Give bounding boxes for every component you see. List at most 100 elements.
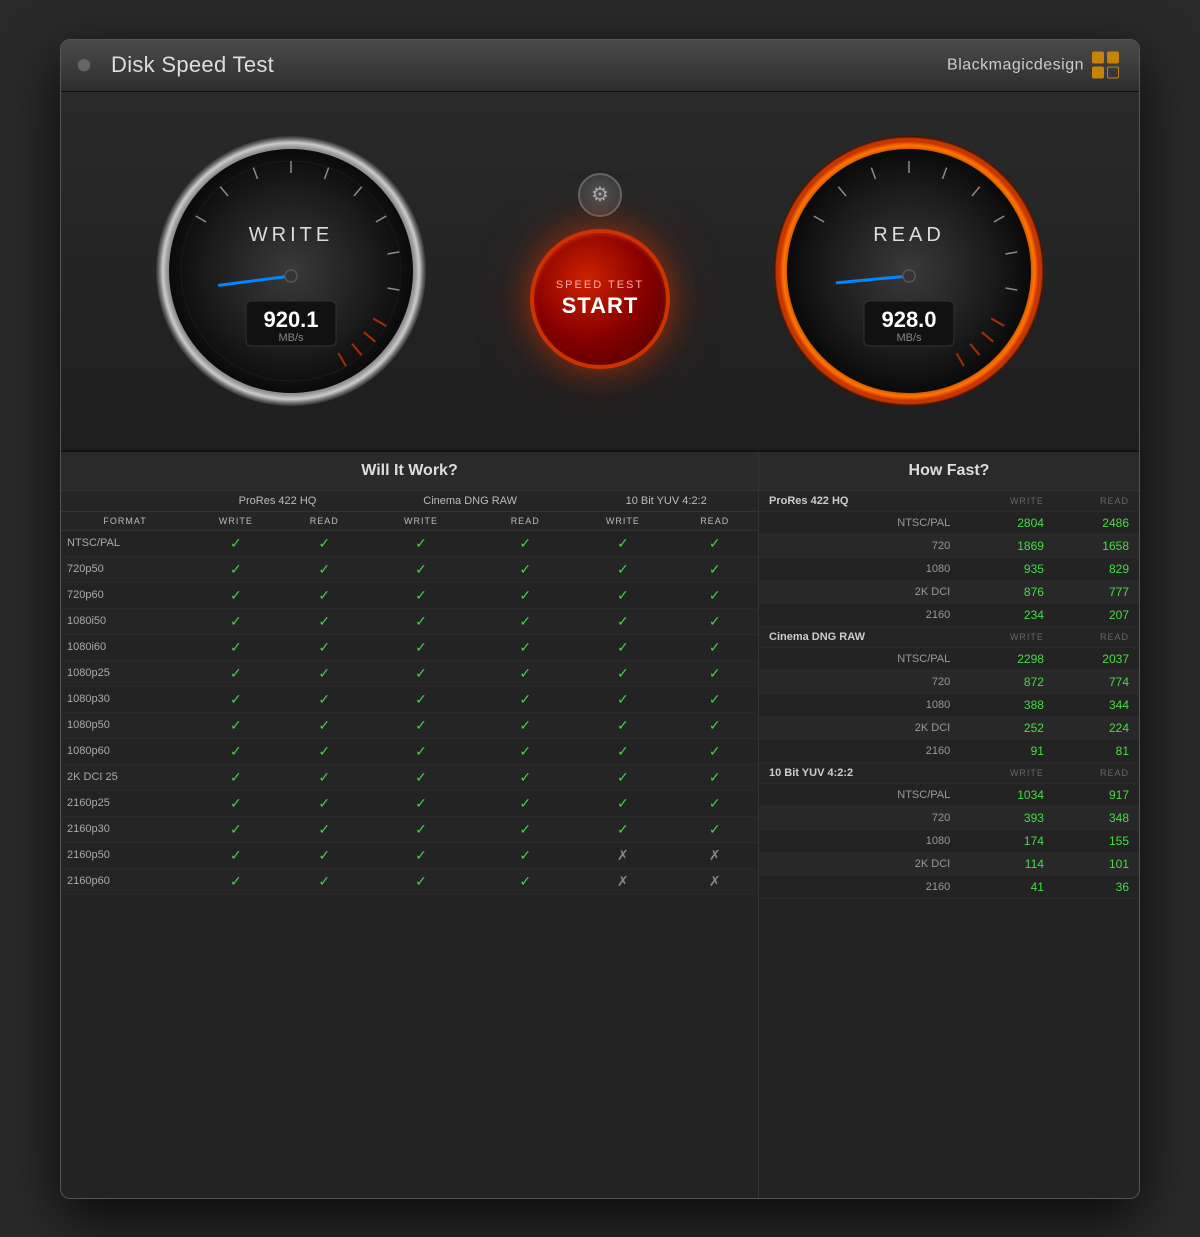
prores-write-header: WRITE [189, 511, 282, 530]
table-cell: 1080i60 [61, 634, 189, 660]
yuv-header: 10 Bit YUV 4:2:2 [574, 491, 758, 512]
table-cell: ✓ [476, 582, 574, 608]
center-controls: ⚙ SPEED TEST START [530, 173, 670, 369]
table-cell: ✓ [574, 764, 671, 790]
table-cell: ✓ [283, 816, 366, 842]
table-cell: ✓ [283, 868, 366, 894]
hf-data-row: 2K DCI 114 101 [759, 852, 1139, 875]
hf-row-label: 1080 [759, 829, 960, 852]
table-cell: ✓ [189, 842, 282, 868]
hf-data-row: NTSC/PAL 2804 2486 [759, 511, 1139, 534]
how-fast-panel: How Fast? ProRes 422 HQ WRITE READ NTSC/… [759, 452, 1139, 1199]
table-row: 2160p50✓✓✓✓✗✗ [61, 842, 758, 868]
read-gauge-wrapper: READ 928.0 MB/s [769, 131, 1049, 411]
table-cell: ✓ [574, 582, 671, 608]
hf-read-value: 2037 [1054, 647, 1139, 670]
will-it-work-panel: Will It Work? ProRes 422 HQ Cinema DNG R… [61, 452, 759, 1199]
hf-write-value: 1869 [960, 534, 1054, 557]
hf-row-label: NTSC/PAL [759, 783, 960, 806]
hf-write-value: 2804 [960, 511, 1054, 534]
hf-read-value: 344 [1054, 693, 1139, 716]
table-cell: ✓ [189, 556, 282, 582]
prores-read-header: READ [283, 511, 366, 530]
hf-write-value: 876 [960, 580, 1054, 603]
hf-write-value: 41 [960, 875, 1054, 898]
close-button[interactable] [77, 58, 91, 72]
hf-row-label: NTSC/PAL [759, 647, 960, 670]
svg-text:WRITE: WRITE [248, 224, 332, 246]
data-section: Will It Work? ProRes 422 HQ Cinema DNG R… [61, 452, 1139, 1199]
brand-square-3 [1092, 67, 1104, 79]
hf-read-value: 348 [1054, 806, 1139, 829]
hf-read-value: 155 [1054, 829, 1139, 852]
how-fast-table: ProRes 422 HQ WRITE READ NTSC/PAL 2804 2… [759, 491, 1139, 899]
hf-write-label: WRITE [960, 762, 1054, 783]
start-button[interactable]: SPEED TEST START [530, 229, 670, 369]
hf-write-value: 1034 [960, 783, 1054, 806]
hf-read-label: READ [1054, 626, 1139, 647]
hf-data-row: 2K DCI 876 777 [759, 580, 1139, 603]
table-cell: ✓ [476, 608, 574, 634]
hf-data-row: 720 872 774 [759, 670, 1139, 693]
table-cell: ✓ [189, 686, 282, 712]
hf-data-row: NTSC/PAL 1034 917 [759, 783, 1139, 806]
table-cell: ✓ [366, 764, 476, 790]
brand-square-1 [1092, 52, 1104, 64]
prores-header: ProRes 422 HQ [189, 491, 366, 512]
table-cell: ✓ [366, 660, 476, 686]
hf-write-value: 935 [960, 557, 1054, 580]
table-cell: ✓ [189, 660, 282, 686]
hf-row-label: 2K DCI [759, 580, 960, 603]
table-cell: ✓ [574, 686, 671, 712]
brand-square-2 [1107, 52, 1119, 64]
table-row: 2K DCI 25✓✓✓✓✓✓ [61, 764, 758, 790]
table-cell: ✓ [283, 582, 366, 608]
hf-section-name: ProRes 422 HQ [759, 491, 960, 512]
table-cell: ✓ [283, 530, 366, 556]
hf-row-label: 2160 [759, 603, 960, 626]
table-cell: ✓ [366, 712, 476, 738]
hf-read-label: READ [1054, 491, 1139, 512]
app-title: Disk Speed Test [111, 52, 274, 78]
table-cell: ✓ [283, 634, 366, 660]
table-cell: ✓ [671, 686, 758, 712]
table-cell: ✓ [366, 738, 476, 764]
start-label-line2: START [562, 293, 639, 319]
table-cell: ✓ [283, 790, 366, 816]
hf-read-value: 224 [1054, 716, 1139, 739]
hf-data-row: NTSC/PAL 2298 2037 [759, 647, 1139, 670]
hf-write-value: 114 [960, 852, 1054, 875]
table-cell: ✓ [476, 868, 574, 894]
table-cell: 720p60 [61, 582, 189, 608]
table-cell: ✓ [366, 686, 476, 712]
table-cell: ✓ [671, 764, 758, 790]
hf-read-value: 1658 [1054, 534, 1139, 557]
table-cell: ✓ [366, 530, 476, 556]
will-it-work-table: ProRes 422 HQ Cinema DNG RAW 10 Bit YUV … [61, 491, 758, 895]
hf-read-value: 829 [1054, 557, 1139, 580]
table-cell: ✓ [366, 608, 476, 634]
hf-data-row: 2K DCI 252 224 [759, 716, 1139, 739]
table-cell: ✗ [574, 868, 671, 894]
brand-icon [1092, 52, 1119, 79]
table-cell: ✓ [476, 686, 574, 712]
format-sub-header: FORMAT [61, 511, 189, 530]
table-cell: ✓ [574, 634, 671, 660]
table-cell: ✓ [189, 816, 282, 842]
table-cell: 2160p60 [61, 868, 189, 894]
hf-data-row: 2160 91 81 [759, 739, 1139, 762]
brand-square-4 [1107, 67, 1119, 79]
hf-write-value: 2298 [960, 647, 1054, 670]
table-cell: ✓ [189, 738, 282, 764]
table-cell: ✓ [283, 686, 366, 712]
table-cell: ✓ [476, 556, 574, 582]
gauge-section: WRITE 920.1 MB/s ⚙ SPEED TEST START [61, 92, 1139, 452]
format-col-header [61, 491, 189, 512]
hf-section-header-row: ProRes 422 HQ WRITE READ [759, 491, 1139, 512]
table-cell: 1080p25 [61, 660, 189, 686]
table-cell: ✓ [476, 660, 574, 686]
table-cell: ✓ [189, 634, 282, 660]
settings-button[interactable]: ⚙ [578, 173, 622, 217]
table-cell: ✓ [476, 530, 574, 556]
table-row: 1080p30✓✓✓✓✓✓ [61, 686, 758, 712]
